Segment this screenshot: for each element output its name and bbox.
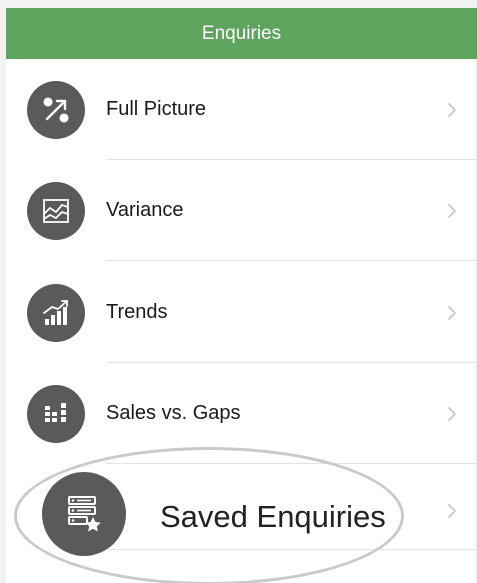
menu-item-full-picture[interactable]: Full Picture <box>6 59 475 160</box>
menu-item-trends[interactable]: Trends <box>6 262 475 363</box>
page-title: Enquiries <box>201 22 282 44</box>
enquiries-screen: Enquiries Full Picture Variance Trends S… <box>0 0 477 583</box>
menu-item-variance[interactable]: Variance <box>6 160 475 261</box>
menu-item-label: Full Picture <box>106 98 207 120</box>
nav-header: Enquiries <box>6 8 477 59</box>
chevron-right-icon <box>447 59 457 160</box>
row-divider <box>106 260 475 261</box>
chevron-right-icon <box>447 460 457 561</box>
status-strip <box>0 0 477 8</box>
menu-item-label: Sales vs. Gaps <box>106 402 241 424</box>
menu-item-label: Trends <box>106 301 168 323</box>
menu-item-sales-vs-gaps[interactable]: Sales vs. Gaps <box>6 363 475 464</box>
variance-chart-icon <box>27 182 85 240</box>
menu-item-label: Saved Enquiries <box>160 498 386 534</box>
chevron-right-icon <box>447 160 457 261</box>
sales-gaps-icon <box>27 385 85 443</box>
row-divider <box>106 463 475 464</box>
trends-chart-icon <box>27 284 85 342</box>
saved-enquiries-icon <box>42 472 126 556</box>
full-picture-icon <box>27 81 85 139</box>
menu-item-saved-enquiries[interactable]: Saved Enquiries <box>6 466 475 567</box>
chevron-right-icon <box>447 363 457 464</box>
chevron-right-icon <box>447 262 457 363</box>
menu-item-label: Variance <box>106 199 184 221</box>
row-divider <box>106 549 475 550</box>
